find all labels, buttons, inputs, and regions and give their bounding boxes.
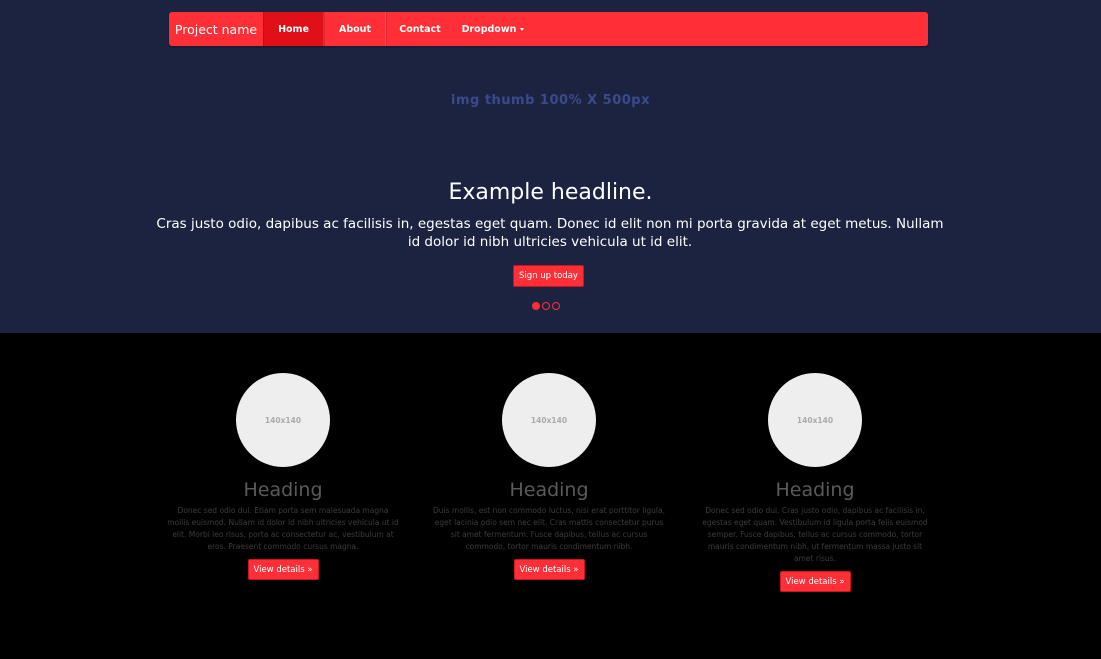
placeholder-image: 140x140 bbox=[236, 373, 330, 467]
nav-item-contact[interactable]: Contact bbox=[386, 12, 453, 46]
carousel-indicator-2[interactable] bbox=[542, 302, 550, 310]
column-heading: Heading bbox=[775, 479, 855, 501]
nav-item-label: Dropdown bbox=[461, 23, 517, 35]
nav-item-label: About bbox=[339, 23, 371, 35]
carousel-indicators bbox=[532, 302, 560, 310]
nav-item-about[interactable]: About bbox=[324, 12, 386, 46]
hero-carousel: Project name Home About Contact Dropdown… bbox=[0, 0, 1101, 333]
carousel-indicator-3[interactable] bbox=[552, 302, 560, 310]
view-details-button[interactable]: View details » bbox=[779, 571, 851, 592]
view-details-button[interactable]: View details » bbox=[247, 559, 319, 580]
marketing-column-3: 140x140 Heading Donec sed odio dui. Cras… bbox=[695, 373, 935, 592]
column-text: Duis mollis, est non commodo luctus, nis… bbox=[433, 506, 665, 551]
placeholder-image-label: 140x140 bbox=[530, 415, 568, 425]
placeholder-image-label: 140x140 bbox=[796, 415, 834, 425]
nav-item-label: Contact bbox=[399, 23, 441, 35]
marketing-column-1: 140x140 Heading Donec sed odio dui. Etia… bbox=[163, 373, 403, 580]
navbar: Project name Home About Contact Dropdown bbox=[169, 12, 928, 46]
column-heading: Heading bbox=[243, 479, 323, 501]
hero-image-placeholder: img thumb 100% X 500px bbox=[451, 93, 650, 108]
placeholder-image-label: 140x140 bbox=[264, 415, 302, 425]
caret-down-icon bbox=[520, 27, 525, 31]
hero-lead-text: Cras justo odio, dapibus ac facilisis in… bbox=[156, 216, 944, 250]
nav-item-home[interactable]: Home bbox=[263, 12, 324, 46]
placeholder-image: 140x140 bbox=[502, 373, 596, 467]
sign-up-button[interactable]: Sign up today bbox=[513, 265, 584, 287]
column-heading: Heading bbox=[509, 479, 589, 501]
placeholder-image: 140x140 bbox=[768, 373, 862, 467]
nav-item-dropdown[interactable]: Dropdown bbox=[453, 12, 533, 46]
view-details-button[interactable]: View details » bbox=[513, 559, 585, 580]
nav-item-label: Home bbox=[278, 23, 309, 35]
column-text: Donec sed odio dui. Cras justo odio, dap… bbox=[702, 506, 928, 563]
carousel-indicator-1[interactable] bbox=[532, 302, 540, 310]
brand-link[interactable]: Project name bbox=[169, 12, 263, 46]
column-text: Donec sed odio dui. Etiam porta sem male… bbox=[167, 506, 399, 551]
marketing-column-2: 140x140 Heading Duis mollis, est non com… bbox=[429, 373, 669, 580]
hero-headline: Example headline. bbox=[448, 180, 653, 205]
